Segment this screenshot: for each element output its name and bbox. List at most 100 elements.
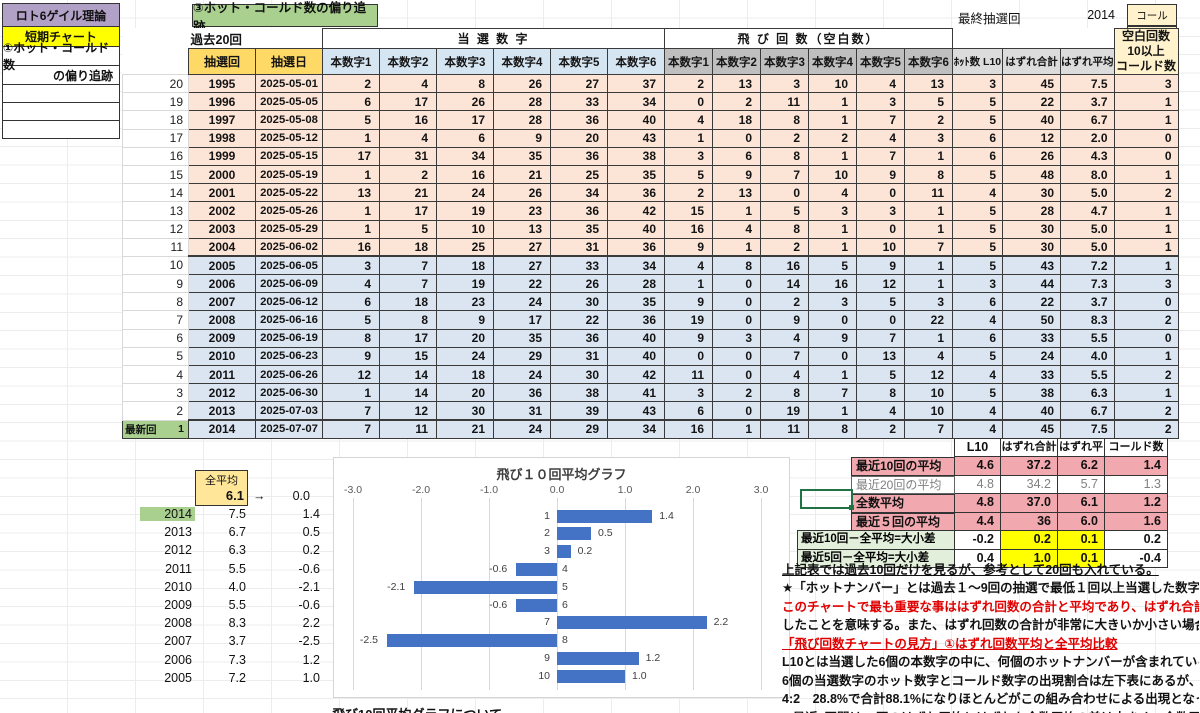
row-number-cell[interactable]: 6 (123, 329, 189, 347)
miss-sum-cell[interactable]: 38 (1003, 384, 1061, 402)
skip-count-cell[interactable]: 7 (857, 147, 905, 165)
summary-column-header[interactable]: コールド数 (1104, 438, 1168, 457)
cold-count-cell[interactable]: 3 (1114, 75, 1178, 93)
main-number-cell[interactable]: 34 (608, 93, 665, 111)
date-cell[interactable]: 2025-05-22 (256, 184, 323, 202)
hot-l10-cell[interactable]: 4 (953, 184, 1003, 202)
skip-count-cell[interactable]: 8 (713, 256, 761, 274)
main-number-cell[interactable]: 21 (494, 165, 551, 183)
cold-count-cell[interactable]: 1 (1114, 220, 1178, 238)
skip-count-cell[interactable]: 16 (761, 256, 809, 274)
main-number-cell[interactable]: 6 (323, 293, 380, 311)
main-number-cell[interactable]: 33 (551, 93, 608, 111)
summary-value-cell[interactable]: 6.0 (1057, 512, 1105, 532)
main-number-cell[interactable]: 34 (608, 256, 665, 274)
main-number-cell[interactable]: 6 (323, 93, 380, 111)
skip-count-cell[interactable]: 1 (905, 275, 953, 293)
main-number-cell[interactable]: 35 (608, 293, 665, 311)
skip-count-cell[interactable]: 9 (809, 329, 857, 347)
round-cell[interactable]: 2013 (189, 402, 256, 420)
main-number-cell[interactable]: 5 (380, 220, 437, 238)
column-header-main-number[interactable]: 本数字2 (380, 49, 437, 75)
skip-count-cell[interactable]: 5 (857, 366, 905, 384)
round-cell[interactable]: 2006 (189, 275, 256, 293)
skip-count-cell[interactable]: 7 (761, 347, 809, 365)
main-number-cell[interactable]: 14 (380, 366, 437, 384)
skip-count-cell[interactable]: 1 (905, 202, 953, 220)
skip-count-cell[interactable]: 13 (905, 75, 953, 93)
main-number-cell[interactable]: 9 (437, 311, 494, 329)
skip-count-cell[interactable]: 11 (761, 420, 809, 438)
skip-count-cell[interactable]: 9 (857, 256, 905, 274)
hot-l10-cell[interactable]: 5 (953, 165, 1003, 183)
main-number-cell[interactable]: 7 (323, 402, 380, 420)
hot-l10-cell[interactable]: 4 (953, 366, 1003, 384)
round-cell[interactable]: 2007 (189, 293, 256, 311)
year-cell[interactable]: 2012 (140, 543, 195, 557)
main-number-cell[interactable]: 24 (437, 347, 494, 365)
main-number-cell[interactable]: 40 (608, 329, 665, 347)
main-number-cell[interactable]: 25 (551, 165, 608, 183)
year-cell[interactable]: 2007 (140, 634, 195, 648)
main-number-cell[interactable]: 37 (608, 75, 665, 93)
row-number-cell[interactable]: 5 (123, 347, 189, 365)
main-number-cell[interactable]: 36 (608, 184, 665, 202)
summary-value-cell[interactable]: -0.2 (954, 530, 1001, 550)
skip-count-cell[interactable]: 3 (665, 147, 713, 165)
miss-sum-cell[interactable]: 45 (1003, 420, 1061, 438)
miss-sum-cell[interactable]: 30 (1003, 238, 1061, 256)
round-cell[interactable]: 2010 (189, 347, 256, 365)
main-number-cell[interactable]: 22 (494, 275, 551, 293)
main-number-cell[interactable]: 17 (494, 311, 551, 329)
main-number-cell[interactable]: 27 (494, 238, 551, 256)
date-cell[interactable]: 2025-05-08 (256, 111, 323, 129)
date-cell[interactable]: 2025-06-05 (256, 256, 323, 274)
date-cell[interactable]: 2025-06-09 (256, 275, 323, 293)
skip-count-cell[interactable]: 1 (809, 147, 857, 165)
summary-column-header[interactable]: L10 (954, 438, 1001, 457)
date-cell[interactable]: 2025-06-16 (256, 311, 323, 329)
miss-sum-cell[interactable]: 40 (1003, 402, 1061, 420)
main-number-cell[interactable]: 24 (494, 293, 551, 311)
main-number-cell[interactable]: 10 (437, 220, 494, 238)
miss-sum-cell[interactable]: 45 (1003, 75, 1061, 93)
miss-avg-cell[interactable]: 2.0 (1061, 129, 1115, 147)
skip-count-cell[interactable]: 14 (761, 275, 809, 293)
cold-count-cell[interactable]: 2 (1114, 402, 1178, 420)
main-number-cell[interactable]: 20 (437, 384, 494, 402)
date-cell[interactable]: 2025-06-23 (256, 347, 323, 365)
hot-l10-cell[interactable]: 6 (953, 147, 1003, 165)
round-cell[interactable]: 1996 (189, 93, 256, 111)
miss-sum-cell[interactable]: 12 (1003, 129, 1061, 147)
round-cell[interactable]: 2002 (189, 202, 256, 220)
hot-l10-cell[interactable]: 5 (953, 347, 1003, 365)
miss-avg-cell[interactable]: 6.3 (1061, 384, 1115, 402)
skip-count-cell[interactable]: 3 (857, 93, 905, 111)
main-number-cell[interactable]: 5 (323, 311, 380, 329)
skip-count-cell[interactable]: 7 (857, 329, 905, 347)
skip-count-cell[interactable]: 1 (809, 402, 857, 420)
miss-avg-cell[interactable]: 3.7 (1061, 93, 1115, 111)
cold-count-cell[interactable]: 3 (1114, 275, 1178, 293)
column-header-main-number[interactable]: 本数字5 (551, 49, 608, 75)
miss-avg-cell[interactable]: 7.5 (1061, 420, 1115, 438)
skip-count-cell[interactable]: 0 (665, 347, 713, 365)
main-number-cell[interactable]: 19 (437, 275, 494, 293)
row-number-cell[interactable]: 15 (123, 165, 189, 183)
skip-count-cell[interactable]: 4 (857, 129, 905, 147)
main-number-cell[interactable]: 1 (323, 129, 380, 147)
date-cell[interactable]: 2025-05-29 (256, 220, 323, 238)
main-number-cell[interactable]: 27 (551, 75, 608, 93)
round-cell[interactable]: 2001 (189, 184, 256, 202)
main-number-cell[interactable]: 17 (380, 93, 437, 111)
summary-value-cell[interactable]: 34.2 (1000, 475, 1058, 495)
cold-count-cell[interactable]: 0 (1114, 147, 1178, 165)
column-header-skip-number[interactable]: 本数字5 (857, 49, 905, 75)
skip-count-cell[interactable]: 6 (665, 402, 713, 420)
main-number-cell[interactable]: 13 (494, 220, 551, 238)
skip-count-cell[interactable]: 19 (761, 402, 809, 420)
cold-count-cell[interactable]: 0 (1114, 129, 1178, 147)
column-header-skip-number[interactable]: 本数字1 (665, 49, 713, 75)
miss-avg-cell[interactable]: 6.7 (1061, 111, 1115, 129)
miss-avg-cell[interactable]: 7.2 (1061, 256, 1115, 274)
